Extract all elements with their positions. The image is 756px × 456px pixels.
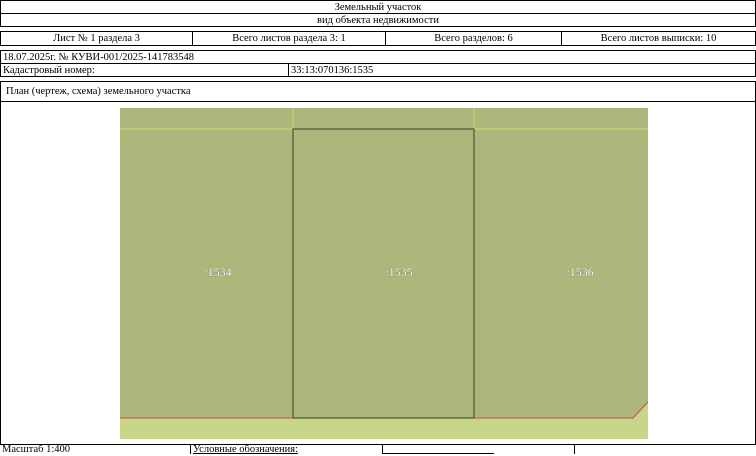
cadastral-number: 33:13:070136:1535 — [288, 63, 756, 77]
footer-divider-1 — [190, 444, 191, 454]
object-type-title: Земельный участок — [0, 0, 756, 14]
total-sheets-extract: Всего листов выписки: 10 — [561, 31, 756, 46]
plan-title: План (чертеж, схема) земельного участка — [0, 81, 756, 102]
document-reference: 18.07.2025г. № КУВИ-001/2025-141783548 — [0, 50, 756, 64]
sheet-number: Лист № 1 раздела 3 — [0, 31, 193, 46]
legend-label: Условные обозначения: — [193, 444, 299, 455]
land-plot-plan: :1534 :1535 :1536 — [120, 108, 648, 439]
scale-label: Масштаб 1:400 — [2, 444, 71, 455]
parcel-label-1535: :1535 — [385, 265, 412, 279]
footer-divider-3 — [574, 444, 575, 454]
cadastral-label: Кадастровый номер: — [0, 63, 289, 77]
footer-row — [0, 444, 756, 454]
parcel-label-1536: :1536 — [566, 265, 593, 279]
object-type-subtitle: вид объекта недвижимости — [0, 13, 756, 27]
total-sheets-section: Всего листов раздела 3: 1 — [192, 31, 386, 46]
total-sections: Всего разделов: 6 — [385, 31, 562, 46]
parcel-label-1534: :1534 — [204, 265, 231, 279]
